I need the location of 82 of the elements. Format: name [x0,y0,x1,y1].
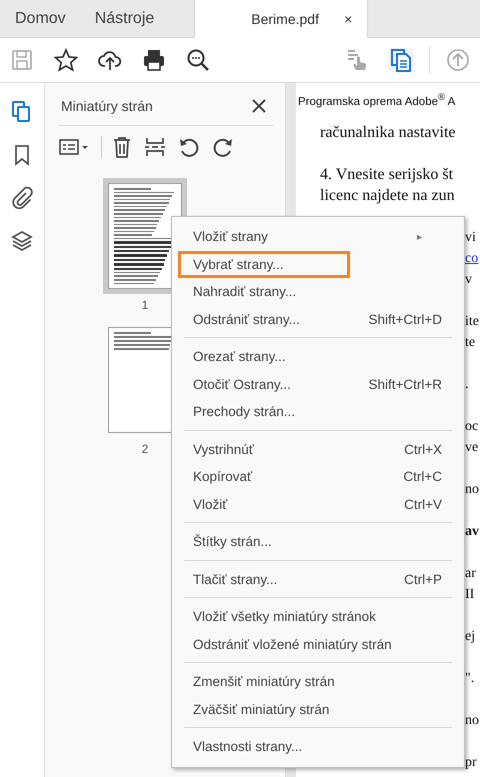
rotate-right-icon[interactable] [212,136,234,158]
panel-title: Miniatúry strán [61,98,153,114]
menu-item-label: Zmenšiť miniatúry strán [193,674,335,690]
star-icon[interactable] [54,48,78,72]
menu-item-label: Vložiť strany [193,229,268,244]
tab[interactable]: Domov [0,0,80,37]
document-text: 4. Vnesite serijsko št [320,166,454,183]
paperclip-icon[interactable] [10,186,34,210]
menu-item-label: Vložiť všetky miniatúry stránok [193,609,376,624]
menu-item[interactable]: Zväčšiť miniatúry strán [178,696,458,723]
menu-item-label: Otočiť Ostrany... [193,376,291,392]
document-text: pr [465,754,477,772]
close-button[interactable]: × [344,11,352,27]
document-text: ite [465,313,479,331]
menu-item[interactable]: Odstrániť strany... Shift+Ctrl+D [178,306,458,333]
cloud-upload-icon[interactable] [98,48,122,72]
menu-item[interactable]: Orezať strany... [178,343,458,370]
close-icon[interactable] [252,99,266,113]
menu-item[interactable]: Vložiť strany ▸ [178,223,458,250]
layers-icon[interactable] [10,229,34,253]
document-text: te [465,334,476,352]
document-text: ar [465,565,476,583]
shortcut-text: Ctrl+X [404,442,442,457]
menu-item-label: Zväčšiť miniatúry strán [193,702,330,717]
menu-item-label: Nahradiť strany... [193,284,296,300]
document-text: v [465,271,472,289]
menu-item-label: Kopírovať [193,469,252,484]
tab-label: Berime.pdf [251,11,319,27]
rotate-left-icon[interactable] [178,136,200,158]
menu-item[interactable]: Tlačiť strany... Ctrl+P [178,566,458,593]
trash-icon[interactable] [112,136,132,158]
submenu-arrow: ▸ [417,230,422,243]
page-number: 2 [142,442,148,456]
menu-item[interactable]: Vložiť všetky miniatúry stránok [178,603,458,630]
menu-item[interactable]: Otočiť Ostrany... Shift+Ctrl+R [178,370,458,398]
page-number: 1 [142,298,148,312]
menu-item[interactable]: Nahradiť strany... [178,278,458,306]
shortcut-text: Shift+Ctrl+R [368,376,442,392]
document-text: ve [465,439,478,457]
menu-item[interactable]: Prechody strán... [178,398,458,426]
menu-item-label: Vlastnosti strany... [193,739,302,754]
menu-item-label: Odstrániť strany... [193,312,300,327]
shortcut-text: Ctrl+C [403,469,442,484]
search-icon[interactable] [186,48,210,72]
menu-item-label: Tlačiť strany... [193,572,278,587]
menu-item[interactable]: Vystrihnúť Ctrl+X [178,436,458,463]
print-icon[interactable] [142,48,166,72]
menu-item-label: Odstrániť vložené miniatúry strán [193,636,392,652]
document-text: oc [465,418,478,436]
menu-item[interactable]: Odstrániť vložené miniatúry strán [178,630,458,658]
heading-text: av [465,523,479,541]
options-icon[interactable] [59,138,89,156]
document-tab[interactable]: Berime.pdf × [194,0,368,38]
document-header: Programska oprema Adobe$^{®}$ A [297,91,456,110]
shortcut-text: Shift+Ctrl+D [368,312,442,327]
document-text: ". [465,670,474,688]
pages-icon[interactable] [389,48,413,72]
document-text: no [465,712,479,730]
menu-item[interactable]: Štítky strán... [178,528,458,556]
menu-item[interactable]: Vložiť Ctrl+V [178,490,458,518]
document-text: no [465,481,479,499]
document-text: . [465,376,468,394]
menu-item-label: Prechody strán... [193,404,296,420]
menu-item-label: Orezať strany... [193,349,286,364]
document-text: računalnika nastavite [320,124,456,141]
tab[interactable]: Nástroje [80,0,170,37]
menu-item[interactable]: Vlastnosti strany... [178,733,458,760]
document-text: ej [465,628,476,646]
menu-item[interactable]: Kopírovať Ctrl+C [178,463,458,490]
menu-item[interactable]: Vybrať strany... [178,250,350,278]
shortcut-text: Ctrl+V [404,496,442,512]
menu-item-label: Vložiť [193,496,228,512]
document-text: II [465,586,474,604]
menu-item-label: Vybrať strany... [193,256,284,272]
extract-pages-icon[interactable] [144,136,166,158]
menu-item[interactable]: Zmenšiť miniatúry strán [178,668,458,696]
document-text: vi [465,229,476,247]
menu-item-label: Vystrihnúť [193,442,254,457]
shortcut-text: Ctrl+P [404,572,442,587]
document-text: licenc najdete na zun [320,187,455,204]
menu-item-label: Štítky strán... [193,534,272,550]
link[interactable]: co [465,248,478,269]
